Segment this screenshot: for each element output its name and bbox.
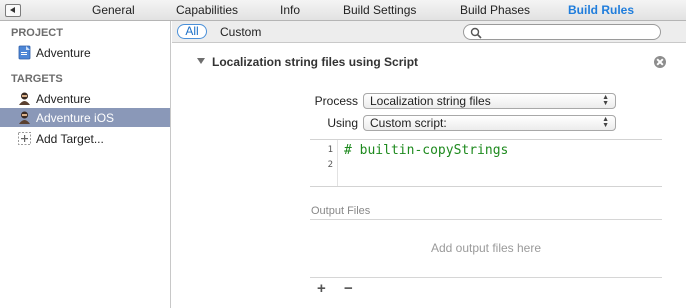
build-rule-title: Localization string files using Script — [212, 55, 419, 69]
process-label: Process — [314, 94, 358, 108]
sidebar-item-target-adventure-ios[interactable]: Adventure iOS — [0, 108, 170, 127]
add-target-button[interactable]: Add Target... — [0, 129, 170, 148]
project-section-header: PROJECT — [11, 27, 63, 39]
tab-build-phases[interactable]: Build Phases — [460, 3, 530, 17]
sidebar-item-label: Adventure — [36, 46, 91, 60]
sidebar-item-project-adventure[interactable]: Adventure — [0, 43, 170, 62]
line-number-gutter: 1 2 — [310, 140, 338, 186]
output-files-label: Output Files — [311, 205, 371, 217]
line-number: 2 — [327, 160, 333, 170]
output-files-placeholder: Add output files here — [430, 241, 542, 255]
popup-arrows-icon: ▲ ▼ — [602, 94, 609, 107]
tab-capabilities[interactable]: Capabilities — [176, 3, 238, 17]
remove-output-file-button[interactable]: − — [344, 280, 353, 297]
build-rules-editor: All Custom Localization string files usi… — [172, 21, 686, 308]
process-popup-value: Localization string files — [370, 94, 491, 108]
hide-sidebar-button[interactable] — [5, 4, 21, 17]
tab-build-settings[interactable]: Build Settings — [343, 3, 416, 17]
tab-general[interactable]: General — [92, 3, 135, 17]
sidebar-item-label: Adventure iOS — [36, 111, 115, 125]
popup-arrows-icon: ▲ ▼ — [602, 116, 609, 129]
tab-info[interactable]: Info — [280, 3, 300, 17]
editor-tab-bar: General Capabilities Info Build Settings… — [0, 0, 686, 21]
remove-rule-close-icon[interactable] — [654, 56, 666, 68]
project-navigator-sidebar: PROJECT Adventure TARGETS Adventure Adve… — [0, 21, 171, 308]
filter-custom-button[interactable]: Custom — [220, 25, 261, 39]
add-output-file-button[interactable]: + — [317, 280, 326, 297]
add-target-label: Add Target... — [36, 132, 104, 146]
using-label: Using — [327, 116, 358, 130]
filter-bar: All Custom — [172, 21, 686, 43]
targets-section-header: TARGETS — [11, 73, 63, 85]
using-popup[interactable]: Custom script: ▲ ▼ — [363, 115, 616, 131]
script-editor[interactable]: 1 2 # builtin-copyStrings — [310, 139, 662, 187]
output-files-list[interactable]: Add output files here — [310, 219, 662, 278]
project-file-icon — [17, 45, 32, 60]
line-number: 1 — [327, 145, 333, 155]
script-line: # builtin-copyStrings — [344, 143, 509, 158]
search-icon — [470, 27, 482, 39]
process-popup[interactable]: Localization string files ▲ ▼ — [363, 93, 616, 109]
app-target-icon — [17, 91, 32, 106]
disclosure-triangle-icon[interactable] — [197, 58, 205, 64]
app-target-icon — [17, 110, 32, 125]
search-field[interactable] — [463, 24, 661, 40]
add-target-icon — [17, 131, 32, 146]
sidebar-item-label: Adventure — [36, 92, 91, 106]
filter-all-button[interactable]: All — [177, 24, 207, 39]
tab-build-rules[interactable]: Build Rules — [568, 3, 634, 17]
sidebar-item-target-adventure[interactable]: Adventure — [0, 89, 170, 108]
using-popup-value: Custom script: — [370, 116, 447, 130]
